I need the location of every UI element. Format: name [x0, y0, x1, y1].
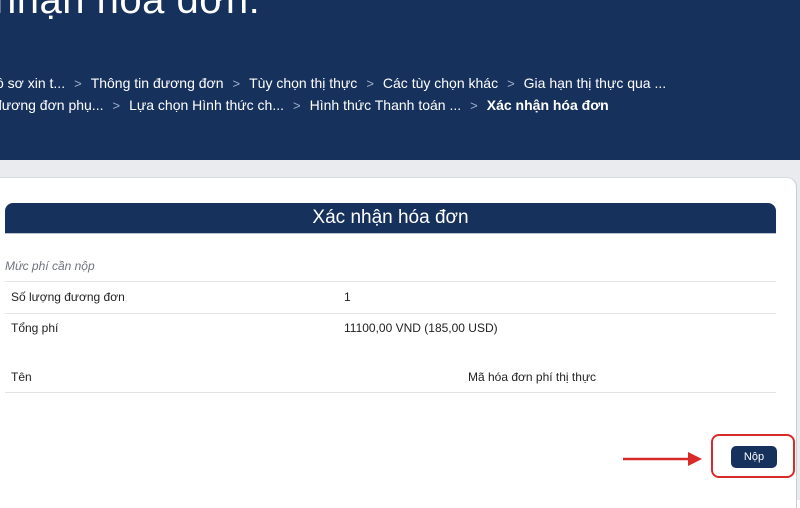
submit-button[interactable]: Nộp	[731, 446, 777, 468]
breadcrumb-item[interactable]: Tùy chọn thị thực	[249, 75, 357, 91]
page-title: nhận hóa đơn:	[0, 0, 261, 22]
fee-row-value: 1	[344, 290, 351, 304]
breadcrumb-separator: >	[507, 75, 515, 91]
breadcrumb-row-1: ồ sơ xin t... > Thông tin đương đơn > Tù…	[0, 73, 666, 93]
breadcrumb-separator: >	[112, 97, 121, 113]
breadcrumb-separator: >	[366, 75, 374, 91]
invoice-code-column-header: Mã hóa đơn phí thị thực	[468, 370, 596, 384]
breadcrumb-item[interactable]: Các tùy chọn khác	[383, 75, 498, 91]
breadcrumb-separator: >	[470, 97, 478, 113]
divider	[5, 313, 776, 314]
breadcrumb-row-2: đương đơn phụ... > Lựa chọn Hình thức ch…	[0, 95, 609, 115]
fee-section-label: Mức phí cần nộp	[5, 259, 95, 273]
breadcrumb-item[interactable]: Gia hạn thị thực qua ...	[524, 75, 666, 91]
breadcrumb-item[interactable]: đương đơn phụ...	[0, 97, 103, 113]
invoice-card-title: Xác nhận hóa đơn	[5, 203, 776, 233]
breadcrumb-item[interactable]: Thông tin đương đơn	[91, 75, 224, 91]
breadcrumb-separator: >	[74, 75, 82, 91]
divider	[5, 281, 776, 282]
breadcrumb-item[interactable]: ồ sơ xin t...	[0, 75, 65, 91]
name-column-header: Tên	[11, 370, 32, 384]
fee-row-value: 11100,00 VND (185,00 USD)	[344, 321, 498, 335]
fee-row-label: Số lượng đương đơn	[11, 290, 125, 304]
breadcrumb-item[interactable]: Hình thức Thanh toán ...	[310, 97, 462, 113]
page-header: nhận hóa đơn: ồ sơ xin t... > Thông tin …	[0, 0, 800, 160]
breadcrumb-item-current: Xác nhận hóa đơn	[486, 97, 609, 113]
breadcrumb-separator: >	[293, 97, 301, 113]
fee-row-label: Tổng phí	[11, 321, 59, 335]
divider	[5, 392, 776, 393]
breadcrumb-separator: >	[232, 75, 241, 91]
right-arrow-icon	[623, 452, 702, 466]
divider	[5, 233, 776, 234]
breadcrumb-item[interactable]: Lựa chọn Hình thức ch...	[129, 97, 284, 113]
